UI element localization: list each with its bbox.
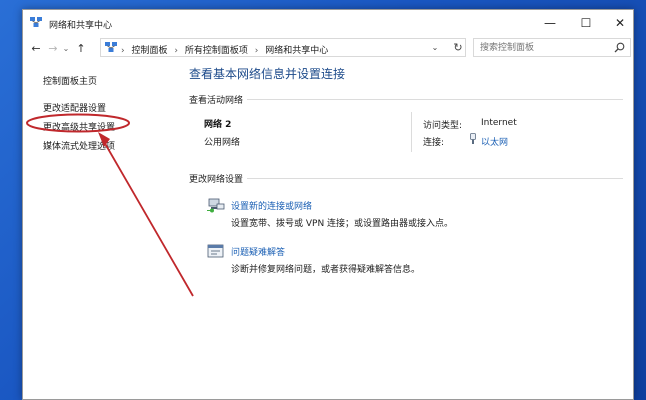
vertical-divider — [411, 112, 412, 152]
connection-label: 连接: — [423, 138, 445, 148]
sidebar-item-media-streaming[interactable]: 媒体流式处理选项 — [43, 139, 115, 152]
back-button[interactable]: ← — [28, 40, 44, 56]
sidebar-item-control-panel-home[interactable]: 控制面板主页 — [43, 74, 97, 87]
search-box[interactable] — [473, 38, 631, 57]
network-name: 网络 2 — [204, 120, 232, 130]
ethernet-link[interactable]: 以太网 — [481, 138, 508, 148]
setup-new-connection-link[interactable]: 设置新的连接或网络 — [231, 199, 312, 212]
active-networks-heading-text: 查看活动网络 — [189, 96, 244, 106]
breadcrumb-network-center[interactable]: 网络和共享中心 — [265, 46, 328, 56]
new-connection-icon — [207, 198, 225, 213]
troubleshoot-icon — [207, 244, 224, 258]
window-title: 网络和共享中心 — [49, 21, 113, 31]
address-dropdown-button[interactable]: ⌄ — [428, 38, 442, 57]
address-bar[interactable]: › 控制面板 › 所有控制面板项 › 网络和共享中心 — [100, 38, 466, 57]
change-settings-heading: 更改网络设置 — [189, 172, 623, 185]
ethernet-icon — [470, 133, 476, 144]
breadcrumb-control-panel[interactable]: 控制面板 — [131, 46, 167, 56]
breadcrumb: › 控制面板 › 所有控制面板项 › 网络和共享中心 — [121, 43, 332, 56]
close-button[interactable]: ✕ — [603, 10, 637, 36]
change-settings-heading-text: 更改网络设置 — [189, 175, 244, 185]
sidebar-item-adapter-settings[interactable]: 更改适配器设置 — [43, 101, 106, 114]
troubleshoot-link[interactable]: 问题疑难解答 — [231, 245, 285, 258]
breadcrumb-all-items[interactable]: 所有控制面板项 — [185, 46, 248, 56]
navigation-bar: ← → ⌄ ↑ › 控制面板 › 所有控制面板项 › 网络和共享中心 ⌄ ↻ — [23, 37, 633, 59]
sidebar: 控制面板主页 更改适配器设置 更改高级共享设置 媒体流式处理选项 — [23, 60, 178, 400]
breadcrumb-separator[interactable]: › — [174, 46, 178, 56]
section-divider — [247, 178, 623, 179]
setup-new-connection-description: 设置宽带、拨号或 VPN 连接；或设置路由器或接入点。 — [231, 219, 454, 229]
up-button[interactable]: ↑ — [73, 40, 89, 56]
access-type-value: Internet — [481, 118, 517, 128]
title-bar[interactable]: 网络和共享中心 — ☐ ✕ — [23, 10, 633, 36]
network-type: 公用网络 — [204, 138, 241, 148]
minimize-button[interactable]: — — [533, 10, 567, 36]
sidebar-item-advanced-sharing[interactable]: 更改高级共享设置 — [43, 120, 115, 133]
access-type-label: 访问类型: — [423, 121, 463, 131]
search-input[interactable] — [480, 41, 610, 55]
network-app-icon — [30, 17, 42, 27]
troubleshoot-description: 诊断并修复网络问题，或者获得疑难解答信息。 — [231, 265, 421, 275]
section-divider — [247, 99, 623, 100]
network-sharing-center-window: 网络和共享中心 — ☐ ✕ ← → ⌄ ↑ › 控制面板 › 所有控制面板项 ›… — [22, 9, 634, 400]
refresh-button[interactable]: ↻ — [450, 38, 466, 57]
active-networks-heading: 查看活动网络 — [189, 93, 623, 106]
maximize-button[interactable]: ☐ — [569, 10, 603, 36]
breadcrumb-separator[interactable]: › — [255, 46, 259, 56]
forward-button[interactable]: → — [45, 40, 61, 56]
control-panel-icon — [105, 42, 117, 52]
page-title: 查看基本网络信息并设置连接 — [189, 67, 346, 81]
search-icon[interactable] — [614, 42, 625, 53]
recent-locations-button[interactable]: ⌄ — [61, 40, 71, 56]
connection-value-link[interactable]: 以太网 — [481, 135, 508, 148]
main-content: 查看基本网络信息并设置连接 查看活动网络 网络 2 公用网络 访问类型: Int… — [189, 60, 629, 400]
breadcrumb-separator[interactable]: › — [121, 46, 125, 56]
